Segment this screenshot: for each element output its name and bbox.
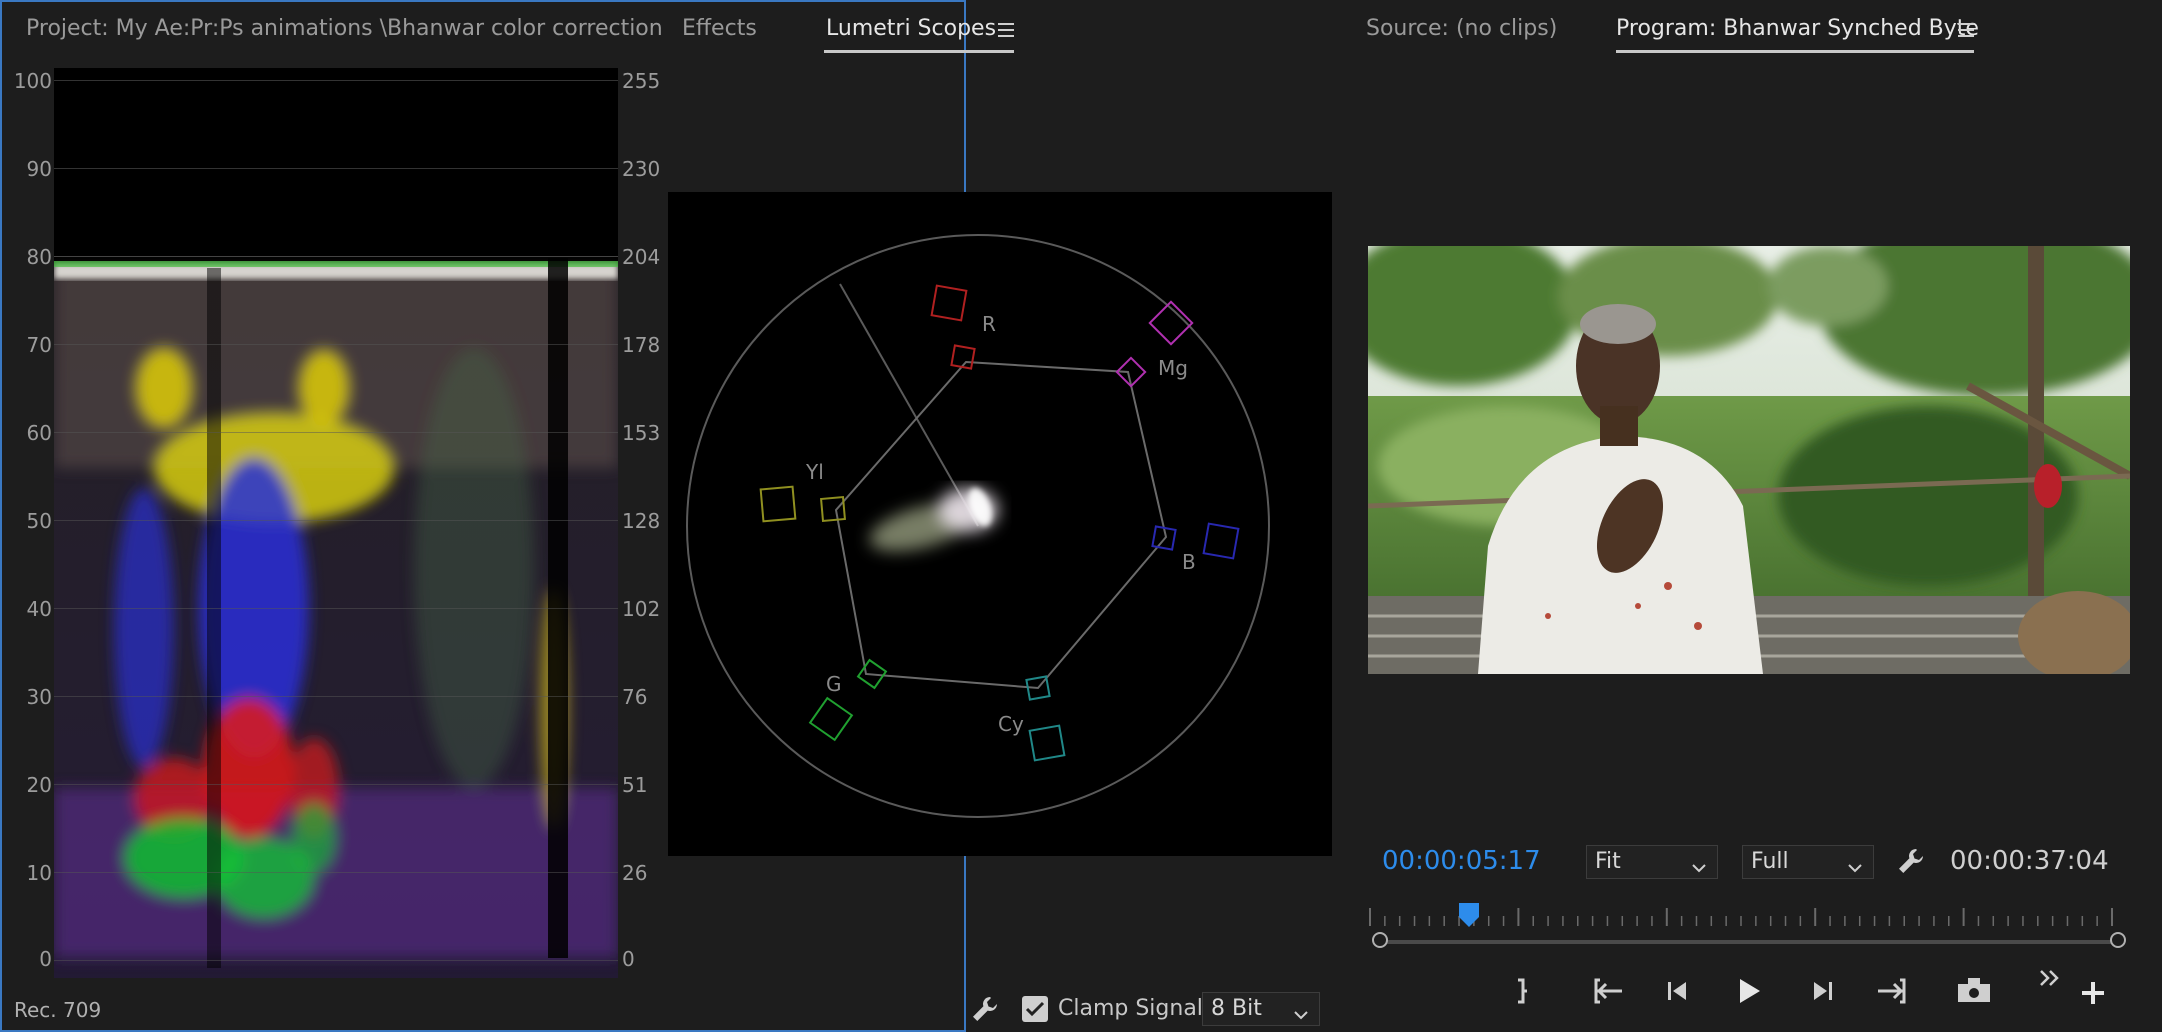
current-timecode[interactable]: 00:00:05:17: [1382, 846, 1541, 876]
panel-menu-icon[interactable]: [998, 23, 1014, 37]
settings-wrench-icon[interactable]: [1896, 846, 1926, 876]
waveform-ire-tick: 30: [26, 685, 52, 709]
go-to-in-icon[interactable]: [1592, 976, 1628, 1006]
bit-depth-value: 8 Bit: [1211, 996, 1262, 1021]
vectorscope-graticule: [686, 234, 1270, 818]
playback-resolution-value: Full: [1751, 849, 1789, 874]
playhead-marker[interactable]: [1458, 902, 1480, 928]
waveform-ire-tick: 80: [26, 245, 52, 269]
chevron-down-icon: [1293, 1002, 1309, 1027]
zoom-level-value: Fit: [1595, 849, 1621, 874]
export-frame-icon[interactable]: [1954, 974, 1994, 1006]
panel-menu-icon[interactable]: [1958, 23, 1974, 37]
more-controls-chevron-icon[interactable]: [2038, 968, 2062, 990]
vectorscope-target-label: Mg: [1158, 356, 1188, 380]
waveform-8bit-tick: 76: [622, 685, 648, 709]
mark-out-icon[interactable]: [1508, 976, 1538, 1006]
waveform-8bit-tick: 102: [622, 597, 661, 621]
clamp-signal-checkbox-icon[interactable]: [1022, 996, 1048, 1022]
waveform-8bit-tick: 178: [622, 333, 661, 357]
waveform-ire-tick: 60: [26, 421, 52, 445]
play-icon[interactable]: [1734, 976, 1764, 1006]
vectorscope-target-label: Cy: [998, 712, 1024, 736]
tab-program-monitor[interactable]: Program: Bhanwar Synched Byte: [1616, 16, 1979, 41]
step-back-icon[interactable]: [1664, 976, 1694, 1006]
waveform-scope: [54, 68, 618, 978]
add-icon[interactable]: [2080, 980, 2106, 1006]
tab-source-monitor[interactable]: Source: (no clips): [1366, 16, 1557, 41]
waveform-ire-tick: 50: [26, 509, 52, 533]
waveform-8bit-tick: 230: [622, 157, 661, 181]
waveform-ire-tick: 0: [39, 947, 52, 971]
scope-settings-wrench-icon[interactable]: [970, 994, 1000, 1024]
color-space-label: Rec. 709: [14, 998, 102, 1022]
clamp-signal-label[interactable]: Clamp Signal: [1058, 996, 1203, 1021]
vectorscope-target-label: R: [982, 312, 996, 336]
vectorscope-target-label: B: [1182, 550, 1196, 574]
chevron-down-icon: [1847, 855, 1863, 880]
waveform-8bit-tick: 26: [622, 861, 648, 885]
duration-timecode: 00:00:37:04: [1950, 846, 2109, 876]
waveform-8bit-tick: 51: [622, 773, 648, 797]
active-tab-underline: [824, 50, 1014, 53]
vectorscope-target-label: Yl: [806, 460, 824, 484]
zoom-scroll-handle-right[interactable]: [2110, 932, 2126, 948]
waveform-ire-tick: 70: [26, 333, 52, 357]
waveform-8bit-tick: 204: [622, 245, 661, 269]
zoom-scroll-bar[interactable]: [1380, 940, 2120, 944]
waveform-8bit-tick: 0: [622, 947, 635, 971]
waveform-ire-tick: 40: [26, 597, 52, 621]
chevron-down-icon: [1691, 855, 1707, 880]
waveform-ire-tick: 100: [13, 69, 52, 93]
waveform-ire-tick: 90: [26, 157, 52, 181]
go-to-out-icon[interactable]: [1872, 976, 1908, 1006]
waveform-gridlines: [54, 68, 618, 978]
playback-resolution-select[interactable]: Full: [1742, 845, 1874, 879]
tab-lumetri-scopes[interactable]: Lumetri Scopes: [826, 16, 996, 41]
zoom-scroll-handle-left[interactable]: [1372, 932, 1388, 948]
waveform-8bit-tick: 153: [622, 421, 661, 445]
waveform-ire-tick: 20: [26, 773, 52, 797]
tab-effects[interactable]: Effects: [682, 16, 757, 41]
vectorscope: R Mg B Cy G Yl: [668, 192, 1332, 856]
zoom-level-select[interactable]: Fit: [1586, 845, 1718, 879]
vectorscope-target-label: G: [826, 672, 842, 696]
active-tab-underline: [1616, 50, 1974, 53]
waveform-8bit-tick: 128: [622, 509, 661, 533]
tab-project[interactable]: Project: My Ae:Pr:Ps animations \Bhanwar…: [26, 16, 663, 41]
bit-depth-select[interactable]: 8 Bit: [1202, 992, 1320, 1026]
step-forward-icon[interactable]: [1806, 976, 1836, 1006]
video-frame-image: [1368, 246, 2130, 674]
waveform-8bit-tick: 255: [622, 69, 661, 93]
waveform-ire-tick: 10: [26, 861, 52, 885]
program-video-frame: [1368, 246, 2130, 674]
